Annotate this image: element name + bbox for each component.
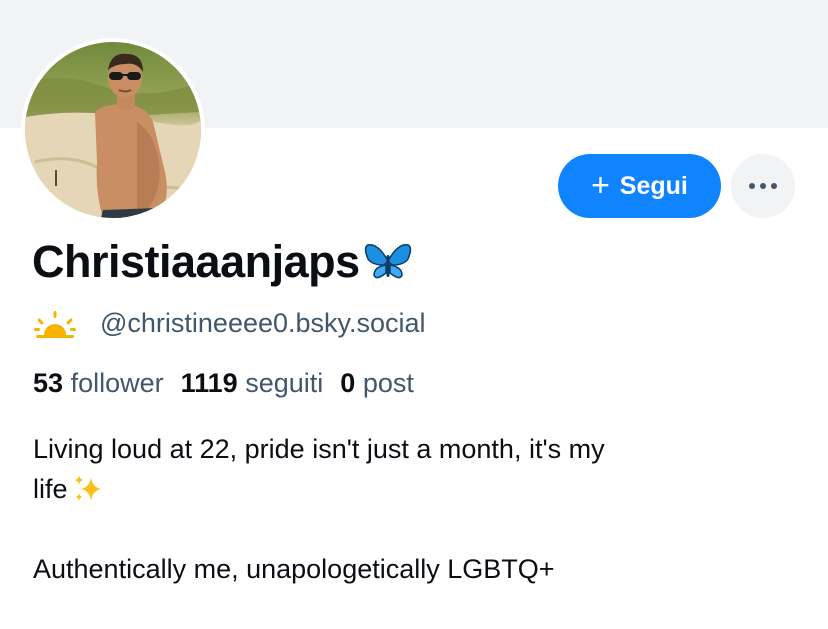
profile-bio: Living loud at 22, pride isn't just a mo… <box>33 429 753 589</box>
bio-line-2-row: life <box>33 469 753 509</box>
followers-label: follower <box>70 368 164 398</box>
display-name-text: Christiaaanjaps <box>32 236 360 287</box>
display-name: Christiaaanjaps <box>32 236 412 288</box>
bio-line-3: Authentically me, unapologetically LGBTQ… <box>33 554 555 584</box>
follow-button[interactable]: + Segui <box>558 154 721 218</box>
following-stat[interactable]: 1119 seguiti <box>181 368 324 399</box>
follow-button-label: Segui <box>619 171 688 200</box>
bio-line-1: Living loud at 22, pride isn't just a mo… <box>33 434 605 464</box>
following-label: seguiti <box>245 368 324 398</box>
following-count: 1119 <box>180 368 238 398</box>
plus-icon: + <box>591 166 610 203</box>
sparkles-icon <box>74 475 101 501</box>
handle: @christineeee0.bsky.social <box>100 308 426 338</box>
butterfly-icon <box>364 244 411 279</box>
handle-row: @christineeee0.bsky.social <box>34 308 426 339</box>
posts-stat: 0 post <box>340 368 414 399</box>
followers-count: 53 <box>33 368 64 398</box>
posts-label: post <box>362 368 414 398</box>
posts-count: 0 <box>340 368 356 398</box>
profile-stats: 53 follower 1119 seguiti 0 post <box>33 368 431 399</box>
followers-stat[interactable]: 53 follower <box>33 368 164 399</box>
ellipsis-icon <box>749 183 777 189</box>
profile-page: + Segui Christiaaanjaps @christineeee0.b… <box>0 0 828 629</box>
more-options-button[interactable] <box>731 154 795 218</box>
avatar[interactable] <box>21 38 205 222</box>
sunrise-icon <box>34 310 76 338</box>
bio-line-2: life <box>33 474 68 504</box>
avatar-photo <box>25 42 201 218</box>
